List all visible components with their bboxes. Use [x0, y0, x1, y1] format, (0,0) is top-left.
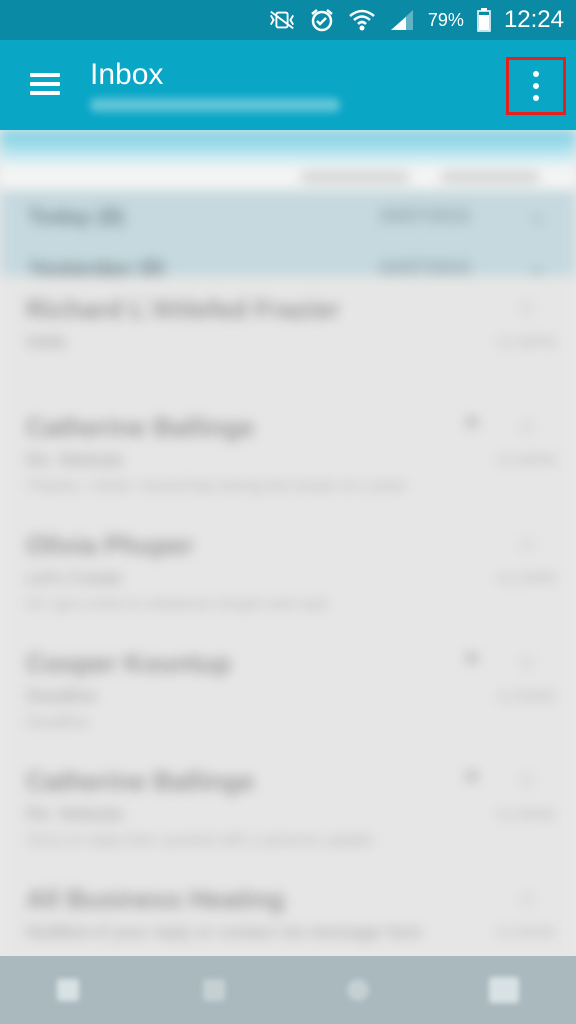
star-icon[interactable]: ☆	[516, 884, 538, 913]
chevron-down-icon: ⌄	[528, 202, 547, 227]
flag-icon[interactable]: ⚑	[462, 648, 482, 674]
nav-compose-icon[interactable]	[484, 970, 524, 1010]
message-row[interactable]: Cooper Kountup Deadline Deadline ⚑ ☆ 11:…	[0, 630, 576, 749]
nav-home-icon[interactable]	[48, 970, 88, 1010]
status-icons: 79% 12:24	[268, 0, 564, 40]
status-bar: 79% 12:24	[0, 0, 576, 40]
message-row[interactable]: Richard L'Ahlefed Frazier Hello ☆ 12:40P…	[0, 276, 576, 395]
flag-icon[interactable]: ⚑	[462, 766, 482, 792]
message-row[interactable]: All Business Heating Notified of your re…	[0, 866, 576, 956]
star-icon[interactable]: ☆	[516, 648, 538, 677]
blurred-inbox-list: Today (8) 03/07/2015 ⌄ Yesterday (8) 02/…	[0, 130, 576, 956]
page-title: Inbox	[90, 58, 164, 91]
app-bar: Inbox	[0, 40, 576, 130]
star-icon[interactable]: ☆	[516, 294, 538, 323]
more-vert-icon	[533, 71, 539, 101]
battery-icon	[476, 8, 492, 32]
battery-percent: 79%	[427, 9, 464, 30]
clock-time: 12:24	[503, 6, 564, 33]
more-options-button[interactable]	[506, 57, 566, 115]
message-row[interactable]: Catherine Ballinge Re: Website Thanks, I…	[0, 394, 576, 513]
account-subtitle	[90, 98, 340, 112]
group-header-today[interactable]: Today (8) 03/07/2015 ⌄	[0, 190, 576, 243]
nav-search-icon[interactable]	[338, 970, 378, 1010]
alarm-icon	[308, 8, 336, 32]
message-row[interactable]: Olivia Phuper Let's Create Hi I got a ti…	[0, 512, 576, 631]
star-icon[interactable]: ☆	[516, 766, 538, 795]
inbox-content: Today (8) 03/07/2015 ⌄ Yesterday (8) 02/…	[0, 130, 576, 956]
hamburger-menu-icon[interactable]	[30, 73, 60, 95]
message-row[interactable]: Catherine Ballinge Re: Website Sorry to …	[0, 748, 576, 867]
mute-vibrate-icon	[268, 8, 296, 32]
star-icon[interactable]: ☆	[516, 412, 538, 441]
header-shadow	[0, 130, 576, 164]
bottom-nav	[0, 956, 576, 1024]
wifi-icon	[348, 8, 376, 32]
nav-folder-icon[interactable]	[194, 970, 234, 1010]
filter-row	[0, 164, 576, 190]
star-icon[interactable]: ☆	[516, 530, 538, 559]
signal-icon	[388, 8, 416, 32]
flag-icon[interactable]: ⚑	[462, 412, 482, 438]
